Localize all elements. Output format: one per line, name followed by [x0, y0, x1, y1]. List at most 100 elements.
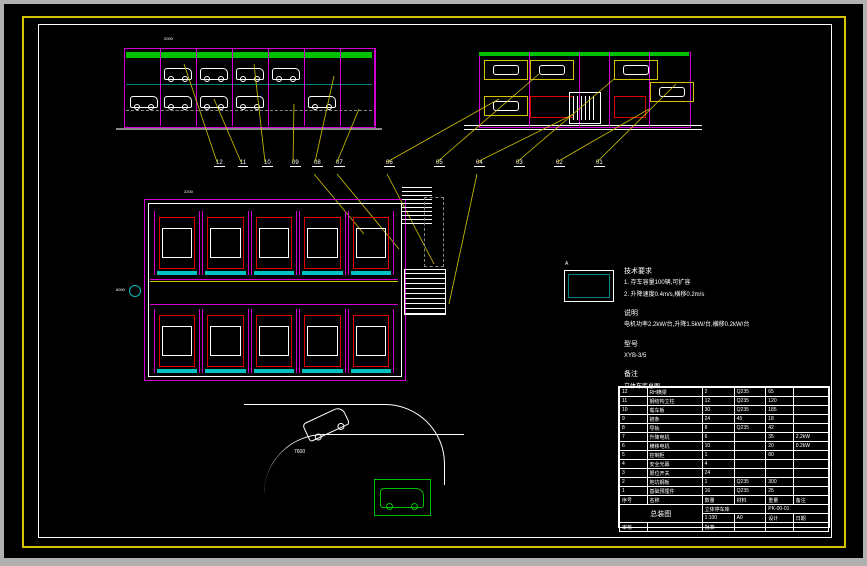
- project-name: 立体停车库: [702, 505, 766, 514]
- bom-cell-mat: Q235: [734, 397, 766, 406]
- approver-label: 批准: [702, 523, 734, 532]
- aux-room: [424, 197, 444, 267]
- designer-label: 设计: [766, 514, 794, 523]
- bom-cell-wt: 18: [766, 415, 794, 424]
- checker-label: 审核: [620, 523, 648, 532]
- rail: [302, 271, 342, 275]
- note-line: 电机功率2.2kW/台,升降1.5kW/台,横移0.2kW/台: [624, 320, 834, 331]
- bom-row: 2地坑钢板1Q235300: [620, 478, 829, 487]
- side-elevation-section: [474, 38, 694, 138]
- pallet: [159, 217, 195, 269]
- pallet: [159, 315, 195, 367]
- bom-cell-name: 载车板: [647, 406, 702, 415]
- bom-head-note: 备注: [793, 496, 828, 505]
- platform-line: [464, 125, 702, 130]
- bom-cell-no: 8: [620, 424, 648, 433]
- date-label: 日期: [793, 514, 828, 523]
- bom-cell-no: 12: [620, 388, 648, 397]
- bom-cell-note: [793, 469, 828, 478]
- parking-bay: [348, 211, 394, 275]
- bay-row-bottom: [154, 309, 394, 373]
- front-elevation-section: 2000: [124, 38, 374, 138]
- bom-head-name: 名称: [647, 496, 702, 505]
- carrier-pallet: [650, 82, 694, 102]
- bom-head-mat: 材料: [734, 496, 766, 505]
- rail: [205, 369, 245, 373]
- vehicle-icon: [308, 96, 336, 108]
- drawing-title: 总装图: [620, 505, 703, 523]
- lift-cage: [614, 96, 646, 118]
- bom-cell-qty: 8: [702, 424, 734, 433]
- bom-cell-qty: 2: [702, 388, 734, 397]
- bom-cell-name: 基础预埋件: [647, 487, 702, 496]
- callout-label-row: 12 11 10 09 08 07 06 05 04 03 02 01: [214, 160, 634, 174]
- bom-cell-name: 安全光幕: [647, 460, 702, 469]
- control-booth: [569, 92, 601, 124]
- pallet: [353, 315, 389, 367]
- notes-heading: 备注: [624, 368, 834, 381]
- pit-line: [126, 110, 372, 112]
- bom-cell-no: 10: [620, 406, 648, 415]
- vehicle-icon: [539, 65, 565, 75]
- floor-beam: [126, 84, 372, 86]
- carrier-pallet: [614, 60, 658, 80]
- sheet-label: A0: [734, 514, 766, 523]
- bom-cell-no: 9: [620, 415, 648, 424]
- bom-cell-mat: 45: [734, 415, 766, 424]
- column: [232, 48, 233, 126]
- callout-label: 06: [384, 160, 395, 167]
- bom-cell-name: 地坑钢板: [647, 478, 702, 487]
- bay-row-top: [154, 211, 394, 275]
- pallet: [304, 315, 340, 367]
- bom-cell-wt: 300: [766, 478, 794, 487]
- bom-cell-no: 4: [620, 460, 648, 469]
- parking-spot: [374, 479, 431, 516]
- bom-cell-qty: 12: [702, 397, 734, 406]
- ground-line: [116, 128, 382, 130]
- callout-label: 05: [434, 160, 445, 167]
- bom-cell-name: 控制柜: [647, 451, 702, 460]
- roof-beam: [126, 52, 372, 58]
- dimension-text: 2000: [164, 36, 173, 41]
- bom-cell-mat: Q235: [734, 406, 766, 415]
- rail: [157, 271, 197, 275]
- vehicle-icon: [236, 68, 264, 80]
- bom-head-wt: 重量: [766, 496, 794, 505]
- vehicle-icon: [493, 101, 519, 111]
- bom-cell-wt: 65: [766, 388, 794, 397]
- bom-cell-no: 7: [620, 433, 648, 442]
- column: [304, 48, 305, 126]
- callout-label: 07: [334, 160, 345, 167]
- bom-cell-wt: 120: [766, 397, 794, 406]
- detail-view-a: A: [564, 270, 614, 302]
- bom-cell-note: [793, 406, 828, 415]
- parking-bay: [299, 309, 345, 373]
- rail: [205, 271, 245, 275]
- dimension-text: 6000: [116, 287, 125, 292]
- pallet: [256, 217, 292, 269]
- vehicle-icon: [236, 96, 264, 108]
- callout-label: 12: [214, 160, 225, 167]
- pallet: [256, 315, 292, 367]
- bom-cell-qty: 4: [702, 460, 734, 469]
- pallet: [207, 217, 243, 269]
- scale-label: 1:100: [702, 514, 734, 523]
- cad-canvas[interactable]: 2000 12 11 10 09 08 07 06 05 04 03 02 01: [4, 4, 863, 558]
- rail: [157, 369, 197, 373]
- lift-cage: [530, 96, 574, 118]
- bom-cell-mat: [734, 433, 766, 442]
- bom-row: 11钢结构立柱12Q235120: [620, 397, 829, 406]
- bom-cell-mat: [734, 460, 766, 469]
- floor-plan-view: 2200 6000: [144, 199, 444, 399]
- bom-row: 5控制柜180: [620, 451, 829, 460]
- callout-label: 08: [312, 160, 323, 167]
- callout-label: 09: [290, 160, 301, 167]
- title-block: 12RH横梁2Q2356511钢结构立柱12Q23512010载车板30Q235…: [618, 386, 830, 528]
- vehicle-icon: [623, 65, 649, 75]
- bom-cell-qty: 1: [702, 451, 734, 460]
- bom-cell-name: 导轨: [647, 424, 702, 433]
- bom-cell-qty: 1: [702, 478, 734, 487]
- pallet: [353, 217, 389, 269]
- bom-cell-name: RH横梁: [647, 388, 702, 397]
- bom-cell-no: 5: [620, 451, 648, 460]
